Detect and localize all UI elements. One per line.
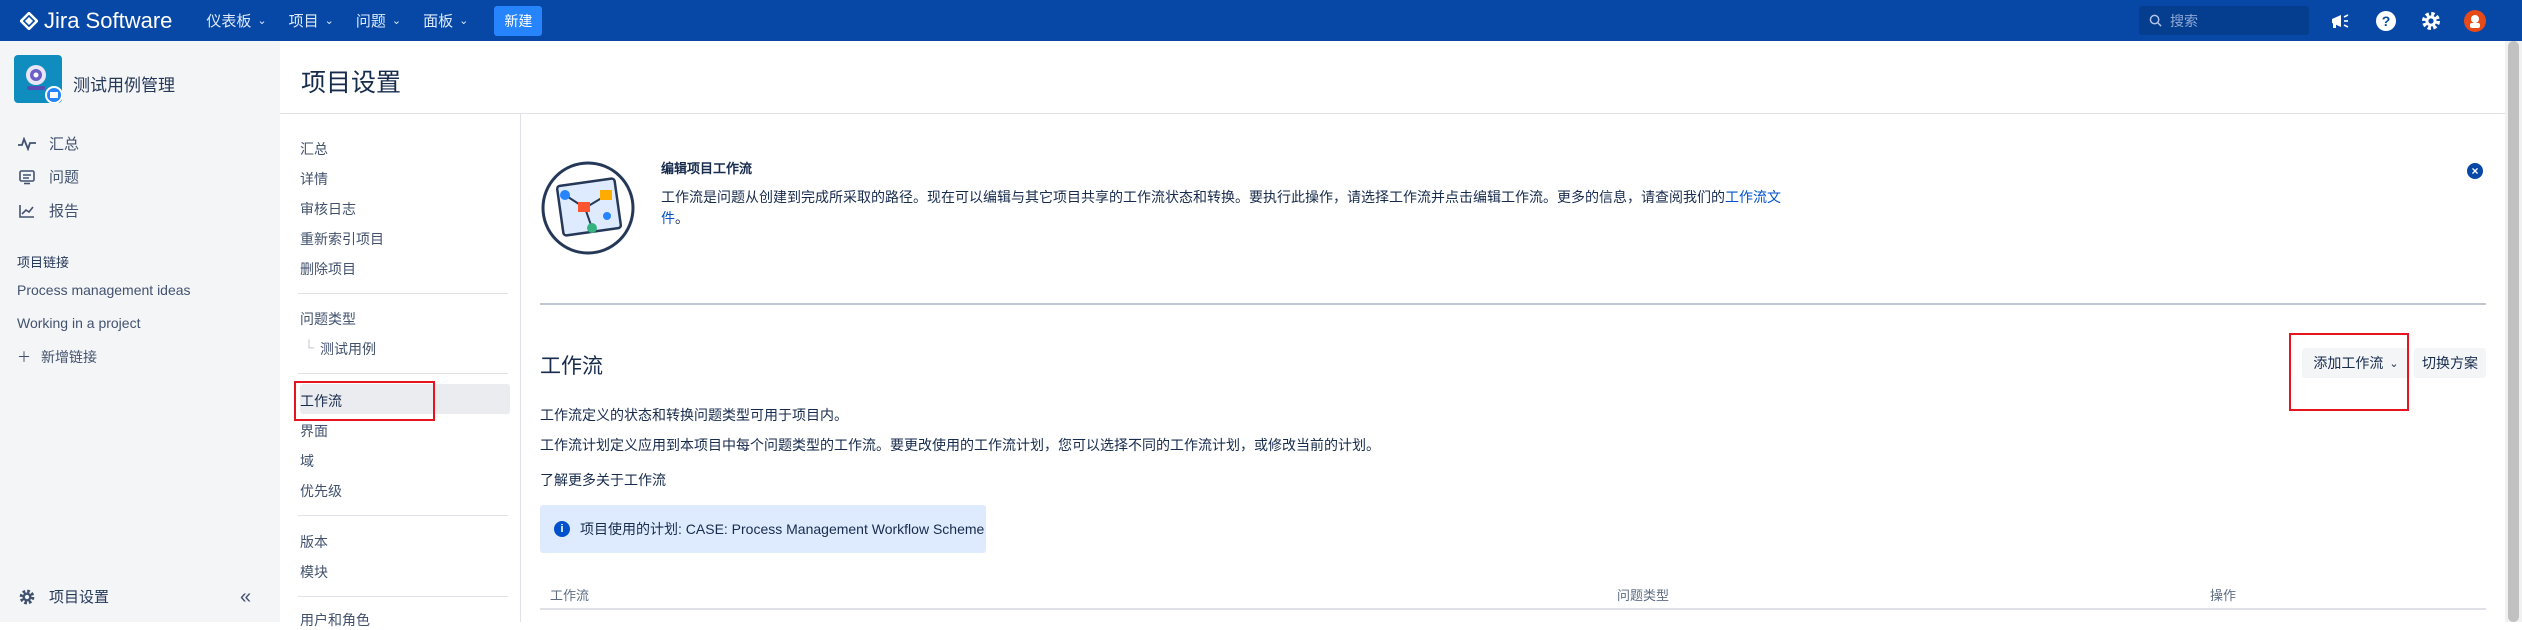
- workflow-description-2: 工作流计划定义应用到本项目中每个问题类型的工作流。要更改使用的工作流计划，您可以…: [540, 437, 1380, 453]
- table-header-workflow: 工作流: [550, 588, 590, 603]
- nav-issues[interactable]: 问题 ⌄: [356, 10, 401, 31]
- workflow-scheme-notice: i 项目使用的计划: CASE: Process Management Work…: [540, 505, 986, 553]
- sidebar-item-label: 报告: [49, 203, 80, 220]
- info-icon: i: [554, 521, 570, 537]
- workflow-description-1: 工作流定义的状态和转换问题类型可用于项目内。: [540, 407, 848, 423]
- sidebar-item-issues[interactable]: 问题: [17, 166, 79, 187]
- gear-icon: [17, 587, 37, 607]
- add-link-label: 新增链接: [41, 349, 97, 365]
- workflow-illustration: [541, 161, 635, 255]
- settings-nav-delete-project[interactable]: 删除项目: [300, 259, 356, 279]
- close-icon[interactable]: ×: [2467, 163, 2483, 179]
- sidebar-item-summary[interactable]: 汇总: [17, 133, 79, 154]
- jira-logo-icon: [20, 11, 38, 30]
- table-header-divider: [540, 608, 2486, 610]
- sidebar-item-project-settings[interactable]: 项目设置: [17, 586, 109, 607]
- chevron-down-icon: ⌄: [391, 15, 402, 27]
- search-input[interactable]: 搜索: [2139, 6, 2309, 35]
- chart-icon: [17, 201, 37, 221]
- user-avatar[interactable]: [2462, 8, 2487, 33]
- settings-nav-reindex[interactable]: 重新索引项目: [300, 229, 384, 249]
- nav-divider: [298, 596, 508, 597]
- info-panel-title: 编辑项目工作流: [661, 161, 753, 176]
- gear-icon[interactable]: [2418, 8, 2443, 33]
- nav-divider: [298, 515, 508, 516]
- nav-label: 问题: [355, 13, 386, 30]
- create-button[interactable]: 新建: [494, 5, 543, 36]
- notifications-megaphone-icon[interactable]: [2327, 8, 2352, 33]
- tree-branch-icon: └: [304, 339, 314, 355]
- info-text-tail: 。: [675, 210, 689, 226]
- project-name[interactable]: 测试用例管理: [73, 71, 175, 96]
- info-panel-text: 工作流是问题从创建到完成所采取的路径。现在可以编辑与其它项目共享的工作流状态和转…: [661, 187, 1791, 229]
- settings-nav-issue-types[interactable]: 问题类型: [300, 309, 356, 329]
- plus-icon: ＋: [17, 349, 31, 365]
- settings-nav-components[interactable]: 模块: [300, 562, 328, 582]
- nav-content-divider: [520, 114, 521, 622]
- workflow-nav-highlight-box: [294, 381, 435, 421]
- workflow-docs-link-part1[interactable]: 工作流文: [1725, 189, 1781, 205]
- workflow-docs-link-part2[interactable]: 件: [661, 210, 675, 226]
- project-link-item[interactable]: Process management ideas: [17, 282, 191, 298]
- learn-more-workflows-link[interactable]: 了解更多关于工作流: [540, 470, 666, 490]
- table-header-issue-types: 问题类型: [1617, 588, 1670, 603]
- add-workflow-highlight-box: [2289, 333, 2409, 411]
- switch-scheme-button[interactable]: 切换方案: [2414, 348, 2486, 378]
- jira-logo[interactable]: Jira Software: [20, 8, 172, 34]
- settings-nav-details[interactable]: 详情: [300, 169, 328, 189]
- settings-nav-versions[interactable]: 版本: [300, 532, 328, 552]
- header-divider: [280, 113, 2522, 114]
- search-icon: [2149, 14, 2162, 27]
- pulse-icon: [17, 134, 37, 154]
- collapse-sidebar-icon[interactable]: «: [240, 586, 251, 609]
- settings-nav-priorities[interactable]: 优先级: [300, 481, 342, 501]
- project-sidebar: 测试用例管理 汇总 问题 报告 项目链接 Process management …: [0, 41, 280, 622]
- chevron-down-icon: ⌄: [257, 15, 267, 27]
- table-header-actions: 操作: [2210, 588, 2237, 603]
- page-scrollbar[interactable]: [2505, 41, 2522, 622]
- nav-boards[interactable]: 面板 ⌄: [423, 10, 468, 31]
- page-title: 项目设置: [301, 69, 402, 97]
- settings-nav-fields[interactable]: 域: [300, 451, 314, 471]
- logo-text: Jira Software: [44, 7, 173, 33]
- section-divider: [540, 303, 2486, 305]
- sidebar-item-label: 问题: [49, 169, 80, 186]
- nav-divider: [298, 293, 508, 294]
- scheme-notice-text: 项目使用的计划: CASE: Process Management Workfl…: [580, 521, 985, 537]
- add-link-button[interactable]: ＋ 新增链接: [17, 347, 97, 367]
- settings-nav-summary[interactable]: 汇总: [300, 139, 328, 159]
- issues-icon: [17, 167, 37, 187]
- nav-projects[interactable]: 项目 ⌄: [289, 10, 334, 31]
- project-link-item[interactable]: Working in a project: [17, 315, 140, 331]
- workflow-section-title: 工作流: [540, 355, 603, 378]
- chevron-down-icon: ⌄: [459, 15, 469, 27]
- project-avatar[interactable]: [14, 55, 63, 104]
- svg-text:?: ?: [2381, 13, 2390, 29]
- sidebar-item-label: 汇总: [49, 136, 80, 153]
- nav-dashboards[interactable]: 仪表板 ⌄: [206, 10, 266, 31]
- settings-nav-audit-log[interactable]: 审核日志: [300, 199, 356, 219]
- nav-divider: [298, 373, 508, 374]
- main-nav: 仪表板 ⌄ 项目 ⌄ 问题 ⌄ 面板 ⌄ 新建: [206, 5, 543, 36]
- settings-nav-users-roles[interactable]: 用户和角色: [300, 610, 370, 630]
- chevron-down-icon: ⌄: [324, 15, 334, 27]
- nav-label: 面板: [423, 13, 454, 30]
- search-placeholder: 搜索: [2170, 12, 2198, 29]
- scrollbar-thumb[interactable]: [2508, 41, 2519, 622]
- sidebar-item-reports[interactable]: 报告: [17, 200, 79, 221]
- settings-nav-screens[interactable]: 界面: [300, 421, 328, 441]
- sidebar-item-label: 项目设置: [49, 589, 110, 606]
- settings-nav-issue-type-test-case[interactable]: 测试用例: [320, 339, 376, 359]
- nav-label: 项目: [288, 13, 319, 30]
- info-text-body: 工作流是问题从创建到完成所采取的路径。现在可以编辑与其它项目共享的工作流状态和转…: [661, 189, 1725, 205]
- help-icon[interactable]: ?: [2373, 8, 2398, 33]
- nav-label: 仪表板: [206, 13, 252, 30]
- project-links-heading: 项目链接: [17, 255, 70, 270]
